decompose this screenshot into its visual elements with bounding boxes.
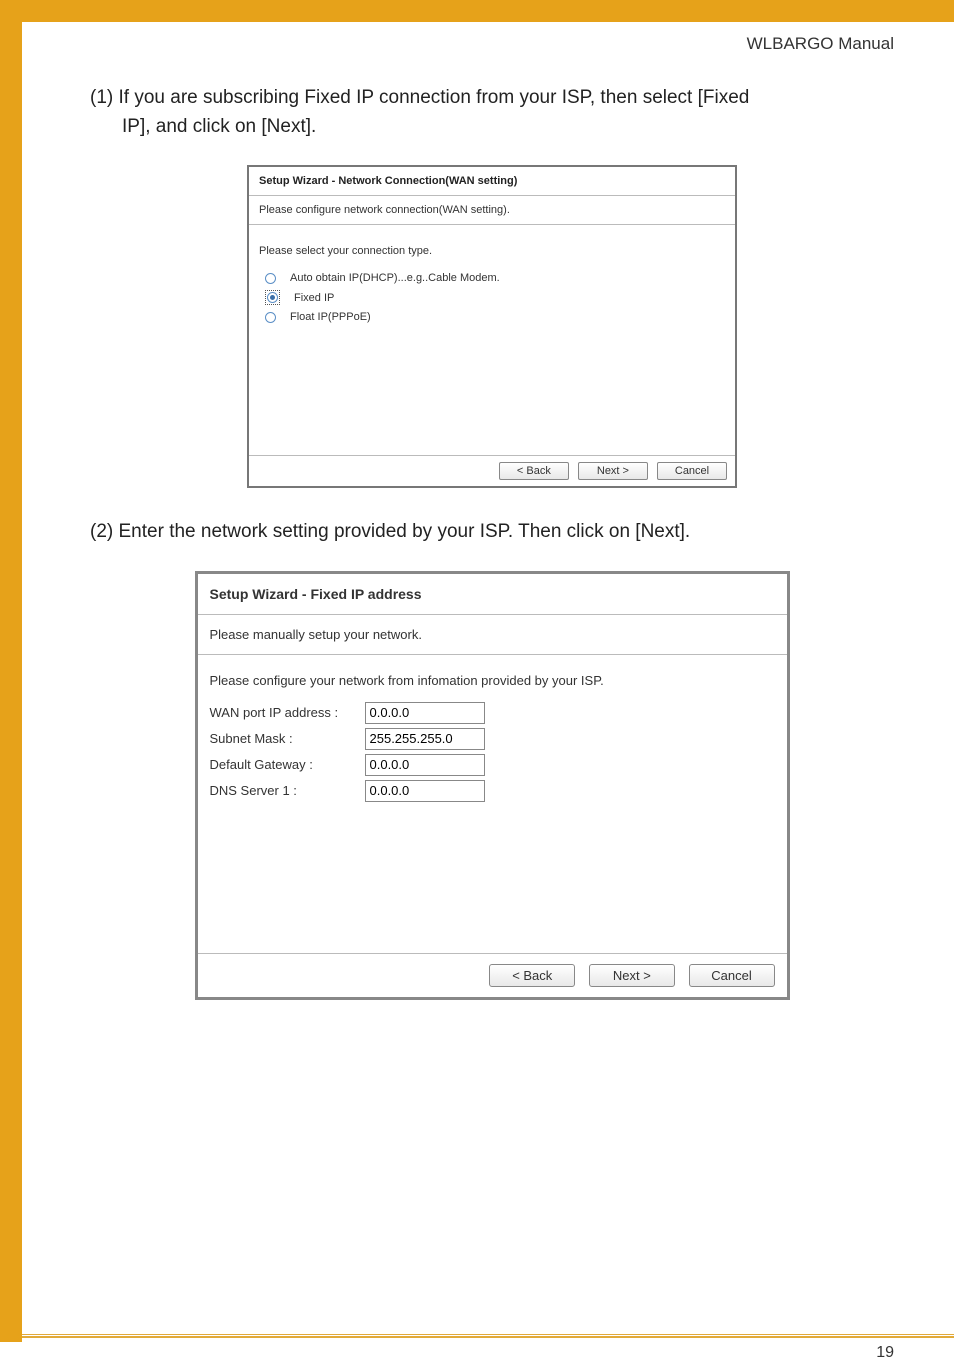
- radio-icon: [265, 273, 276, 284]
- wizard2-title: Setup Wizard - Fixed IP address: [198, 574, 787, 615]
- wizard-fixed-ip: Setup Wizard - Fixed IP address Please m…: [195, 571, 790, 1000]
- step1-text-line1: (1) If you are subscribing Fixed IP conn…: [90, 87, 749, 108]
- radio-row-dhcp[interactable]: Auto obtain IP(DHCP)...e.g..Cable Modem.: [259, 269, 725, 287]
- radio-label-pppoe: Float IP(PPPoE): [290, 311, 371, 323]
- step2-instruction: (2) Enter the network setting provided b…: [90, 518, 894, 547]
- step1-instruction: (1) If you are subscribing Fixed IP conn…: [90, 84, 894, 141]
- wizard-wan-setting: Setup Wizard - Network Connection(WAN se…: [247, 165, 737, 488]
- wan-ip-label: WAN port IP address :: [210, 705, 365, 720]
- cancel-button[interactable]: Cancel: [657, 462, 727, 480]
- radio-label-dhcp: Auto obtain IP(DHCP)...e.g..Cable Modem.: [290, 272, 500, 284]
- next-button[interactable]: Next >: [578, 462, 648, 480]
- wizard2-hint: Please configure your network from infom…: [210, 673, 775, 688]
- page-number: 19: [876, 1344, 894, 1362]
- subnet-input[interactable]: [365, 728, 485, 750]
- wizard1-hint: Please select your connection type.: [259, 245, 725, 257]
- gateway-input[interactable]: [365, 754, 485, 776]
- radio-row-pppoe[interactable]: Float IP(PPPoE): [259, 308, 725, 326]
- gateway-label: Default Gateway :: [210, 757, 365, 772]
- manual-title: WLBARGO Manual: [0, 22, 954, 54]
- footer-rule: [22, 1334, 954, 1338]
- radio-row-fixed-ip[interactable]: Fixed IP: [259, 287, 725, 308]
- next-button[interactable]: Next >: [589, 964, 675, 987]
- cancel-button[interactable]: Cancel: [689, 964, 775, 987]
- step1-text-line2: IP], and click on [Next].: [122, 113, 894, 142]
- radio-icon: [265, 312, 276, 323]
- back-button[interactable]: < Back: [489, 964, 575, 987]
- side-accent-strip: [0, 22, 22, 1342]
- radio-label-fixed: Fixed IP: [294, 292, 334, 304]
- subnet-label: Subnet Mask :: [210, 731, 365, 746]
- wan-ip-input[interactable]: [365, 702, 485, 724]
- wizard1-subtitle: Please configure network connection(WAN …: [249, 196, 735, 225]
- back-button[interactable]: < Back: [499, 462, 569, 480]
- radio-icon-checked: [267, 292, 278, 303]
- radio-focus-box: [265, 290, 280, 305]
- wizard1-title: Setup Wizard - Network Connection(WAN se…: [249, 167, 735, 196]
- wizard2-subtitle: Please manually setup your network.: [198, 615, 787, 655]
- dns1-label: DNS Server 1 :: [210, 783, 365, 798]
- step2-text: (2) Enter the network setting provided b…: [90, 521, 690, 542]
- top-accent-bar: [0, 0, 954, 22]
- dns1-input[interactable]: [365, 780, 485, 802]
